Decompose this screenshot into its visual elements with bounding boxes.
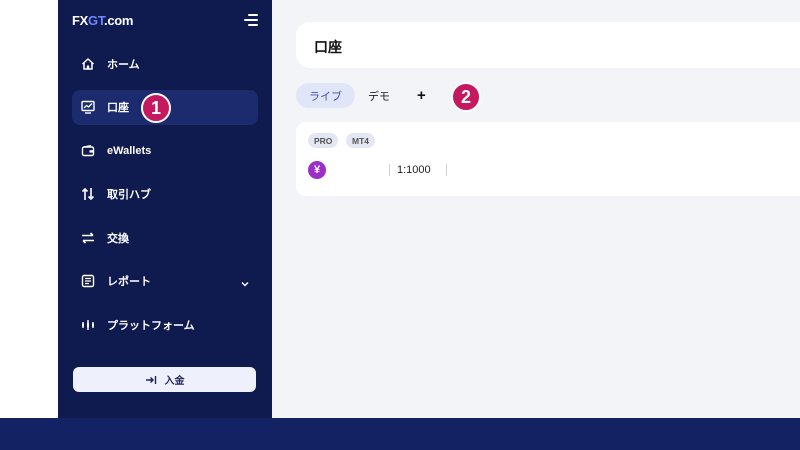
yen-currency-icon: ¥ [308, 161, 326, 179]
sidebar-item-exchange[interactable]: 交換 [72, 220, 258, 255]
sidebar-item-platforms[interactable]: プラットフォーム [72, 308, 258, 343]
sidebar-item-label: ホーム [107, 58, 140, 71]
divider [446, 164, 447, 176]
chevron-down-icon[interactable] [240, 276, 250, 294]
menu-toggle-icon[interactable] [244, 14, 258, 26]
tab-live[interactable]: ライブ [296, 83, 355, 108]
tab-demo[interactable]: デモ [355, 83, 403, 108]
wallet-icon [81, 144, 95, 158]
deposit-button-label: 入金 [164, 376, 185, 387]
add-account-icon[interactable]: + [417, 87, 426, 104]
platform-icon [81, 318, 95, 332]
bottom-bar [0, 418, 800, 450]
logo-text-com: .com [104, 12, 134, 28]
divider [389, 164, 390, 176]
brand-logo[interactable]: FXGT.com [72, 13, 133, 28]
leverage-value: 1:1000 [397, 164, 431, 176]
sidebar-header: FXGT.com [72, 12, 258, 28]
left-gutter [0, 0, 58, 418]
account-card[interactable]: PRO MT4 ¥ 1:1000 [296, 122, 800, 196]
sidebar-item-reports[interactable]: レポート [72, 264, 258, 299]
home-icon [81, 57, 95, 71]
sidebar: FXGT.com ホーム 口座 eWallets 取引ハブ 交換 レポート プラ… [58, 0, 272, 418]
sidebar-item-label: 口座 [107, 102, 129, 115]
deposit-arrow-icon [145, 375, 156, 384]
logo-text-fx: FX [72, 12, 89, 28]
logo-text-gt: GT [88, 12, 105, 28]
annotation-marker-1: 1 [141, 93, 171, 123]
platform-badge: MT4 [346, 133, 375, 148]
sidebar-item-label: 取引ハブ [107, 189, 151, 202]
report-icon [81, 274, 95, 288]
sidebar-nav: ホーム 口座 eWallets 取引ハブ 交換 レポート プラットフォーム [72, 46, 258, 351]
sidebar-item-label: レポート [107, 276, 151, 289]
sidebar-item-home[interactable]: ホーム [72, 46, 258, 81]
page-title: 口座 [314, 39, 342, 55]
page-header-card: 口座 [296, 22, 800, 68]
annotation-marker-2: 2 [451, 82, 481, 112]
account-type-badge: PRO [308, 133, 339, 148]
exchange-icon [81, 231, 95, 245]
arrows-updown-icon [81, 187, 95, 201]
sidebar-item-label: プラットフォーム [107, 320, 195, 333]
account-tabs: ライブ デモ + [296, 83, 426, 108]
sidebar-item-label: eWallets [107, 144, 152, 157]
chart-monitor-icon [81, 100, 95, 114]
deposit-button[interactable]: 入金 [73, 367, 256, 392]
main-content: 口座 ライブ デモ + PRO MT4 ¥ 1:1000 [272, 0, 800, 418]
sidebar-item-ewallets[interactable]: eWallets [72, 133, 258, 168]
sidebar-item-trading-hub[interactable]: 取引ハブ [72, 177, 258, 212]
sidebar-item-label: 交換 [107, 232, 129, 245]
